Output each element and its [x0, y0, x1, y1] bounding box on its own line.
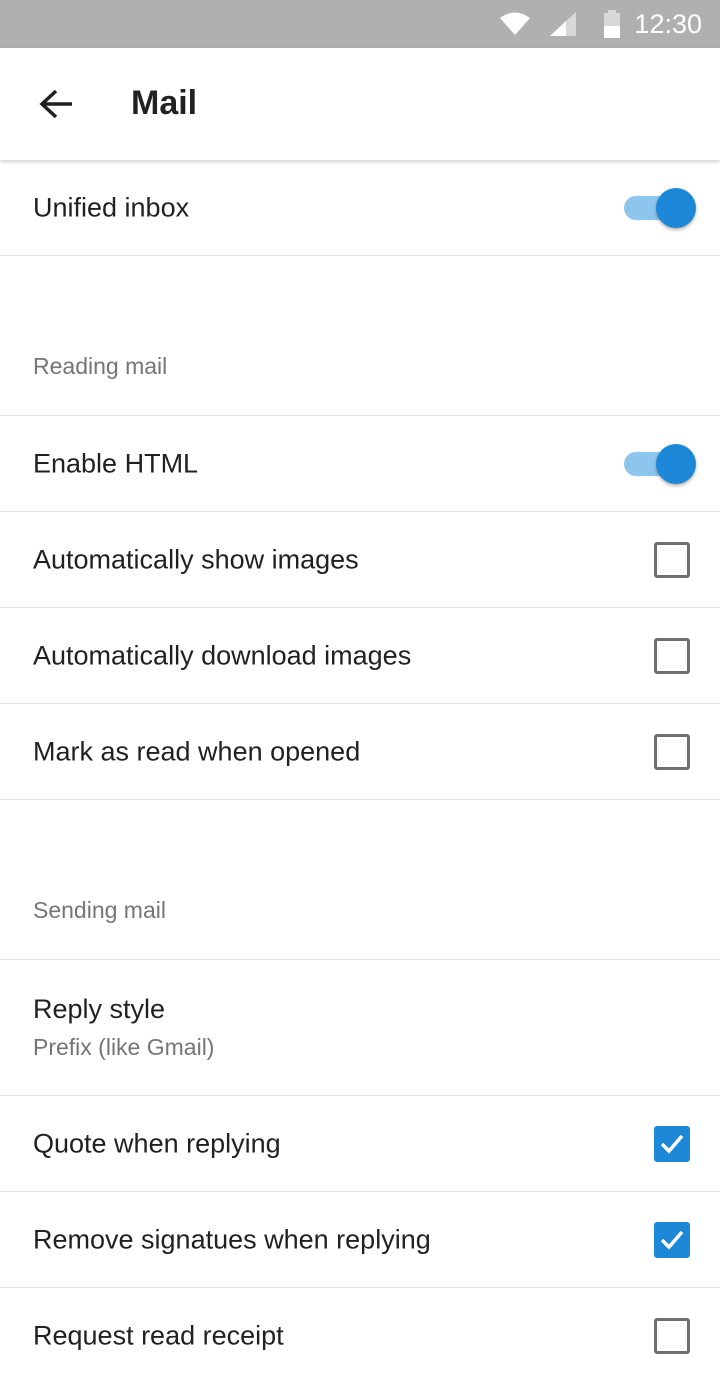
remove-signatures-row[interactable]: Remove signatues when replying [0, 1192, 720, 1288]
reply-style-row[interactable]: Reply style Prefix (like Gmail) [0, 960, 720, 1096]
quote-reply-row[interactable]: Quote when replying [0, 1096, 720, 1192]
checkmark-icon [660, 1230, 684, 1250]
show-images-label: Automatically show images [33, 544, 359, 574]
sending-mail-heading: Sending mail [33, 897, 166, 923]
enable-html-row[interactable]: Enable HTML [0, 416, 720, 512]
mark-read-checkbox[interactable] [654, 733, 690, 770]
reply-style-label: Reply style [33, 994, 166, 1024]
download-images-label: Automatically download images [33, 640, 412, 670]
show-images-checkbox[interactable] [654, 541, 690, 578]
enable-html-toggle[interactable] [622, 443, 696, 484]
quote-reply-label: Quote when replying [33, 1128, 281, 1158]
unified-inbox-toggle[interactable] [622, 187, 696, 228]
download-images-row[interactable]: Automatically download images [0, 608, 720, 704]
read-receipt-row[interactable]: Request read receipt [0, 1288, 720, 1384]
unified-inbox-label: Unified inbox [33, 192, 190, 222]
remove-signatures-label: Remove signatues when replying [33, 1224, 431, 1254]
mark-read-label: Mark as read when opened [33, 736, 361, 766]
battery-icon [604, 10, 620, 38]
read-receipt-checkbox[interactable] [654, 1318, 690, 1354]
checkmark-icon [660, 1134, 684, 1154]
sending-mail-section-header: Sending mail [0, 800, 720, 960]
quote-reply-checkbox[interactable] [654, 1125, 690, 1162]
cellular-signal-icon [550, 12, 576, 36]
reading-mail-heading: Reading mail [33, 353, 168, 379]
download-images-checkbox[interactable] [654, 637, 690, 674]
app-bar: Mail [0, 48, 720, 160]
toggle-thumb [656, 187, 696, 228]
arrow-left-icon [39, 89, 72, 119]
unified-inbox-row[interactable]: Unified inbox [0, 160, 720, 256]
reading-mail-section-header: Reading mail [0, 256, 720, 416]
enable-html-label: Enable HTML [33, 448, 199, 478]
remove-signatures-checkbox[interactable] [654, 1221, 690, 1258]
page-title: Mail [131, 84, 198, 122]
settings-list: Unified inbox Reading mail Enable HTML A… [0, 160, 720, 1384]
read-receipt-label: Request read receipt [33, 1320, 284, 1351]
back-button[interactable] [30, 78, 82, 130]
wifi-icon [500, 12, 530, 35]
show-images-row[interactable]: Automatically show images [0, 512, 720, 608]
status-time: 12:30 [634, 9, 702, 39]
mark-read-row[interactable]: Mark as read when opened [0, 704, 720, 800]
toggle-thumb [656, 443, 696, 484]
reply-style-value: Prefix (like Gmail) [33, 1034, 215, 1060]
status-bar: 12:30 [0, 0, 720, 48]
